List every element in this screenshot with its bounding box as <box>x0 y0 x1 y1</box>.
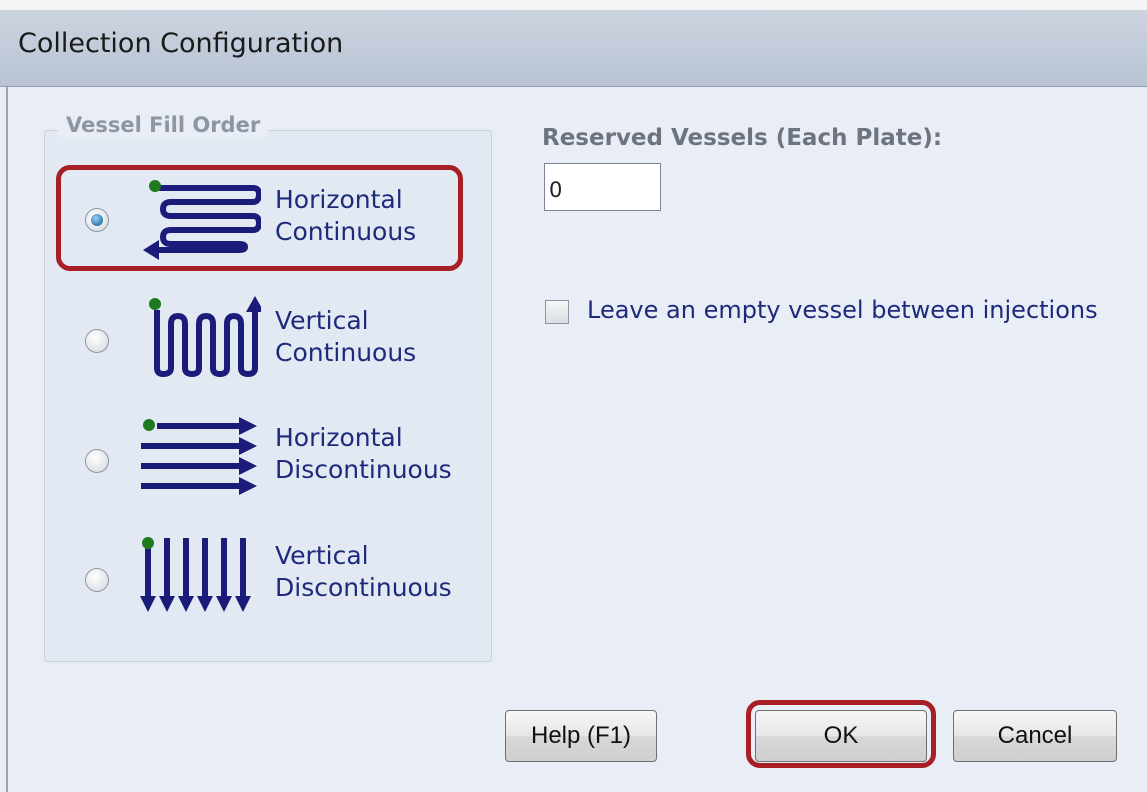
window-title: Collection Configuration <box>18 28 344 59</box>
reserved-vessels-label: Reserved Vessels (Each Plate): <box>542 125 943 151</box>
title-bar-top-edge <box>0 0 1147 10</box>
option-vertical-continuous[interactable]: Vertical Continuous <box>55 288 465 393</box>
vessel-fill-order-legend: Vessel Fill Order <box>58 113 269 137</box>
vertical-continuous-icon <box>149 296 261 377</box>
radio-vertical-continuous[interactable] <box>85 329 109 353</box>
ok-button-highlight <box>746 700 936 768</box>
reserved-vessels-input[interactable] <box>544 163 661 211</box>
help-button[interactable]: Help (F1) <box>505 710 657 762</box>
cancel-button[interactable]: Cancel <box>953 710 1117 762</box>
vertical-discontinuous-icon <box>140 537 251 612</box>
option-horizontal-discontinuous[interactable]: Horizontal Discontinuous <box>55 408 465 513</box>
option-label-horizontal-discontinuous: Horizontal Discontinuous <box>275 423 452 484</box>
option-label-vertical-discontinuous: Vertical Discontinuous <box>275 541 452 602</box>
title-bar: Collection Configuration <box>0 0 1147 87</box>
horizontal-discontinuous-icon <box>141 417 257 495</box>
empty-vessel-checkbox[interactable] <box>545 300 569 324</box>
option-label-vertical-continuous: Vertical Continuous <box>275 306 417 367</box>
option-vertical-discontinuous[interactable]: Vertical Discontinuous <box>55 528 465 633</box>
selected-option-highlight <box>56 165 463 271</box>
radio-horizontal-discontinuous[interactable] <box>85 449 109 473</box>
radio-vertical-discontinuous[interactable] <box>85 568 109 592</box>
empty-vessel-label[interactable]: Leave an empty vessel between injections <box>587 296 1098 324</box>
